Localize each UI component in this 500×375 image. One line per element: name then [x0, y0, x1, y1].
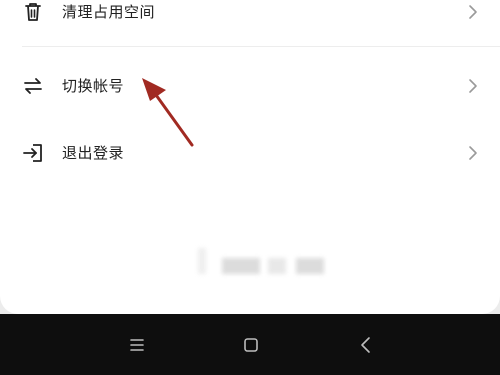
chevron-right-icon: [469, 146, 477, 160]
back-icon[interactable]: [355, 334, 377, 356]
divider: [22, 46, 500, 47]
menu-item-logout[interactable]: 退出登录: [0, 125, 500, 181]
settings-card: 清理占用空间 切换帐号 退出登录: [0, 0, 500, 314]
menu-item-label: 切换帐号: [62, 77, 125, 95]
menu-item-label: 退出登录: [62, 144, 125, 162]
menu-item-clear-storage[interactable]: 清理占用空间: [0, 0, 500, 42]
menu-item-switch-account[interactable]: 切换帐号: [0, 58, 500, 114]
menu-icon[interactable]: [126, 334, 148, 356]
menu-item-label: 清理占用空间: [62, 3, 156, 21]
chevron-right-icon: [469, 79, 477, 93]
phone-screen: 清理占用空间 切换帐号 退出登录: [0, 0, 500, 375]
chevron-right-icon: [469, 5, 477, 19]
home-icon[interactable]: [240, 334, 262, 356]
trash-icon: [25, 3, 41, 21]
swap-icon: [24, 78, 42, 94]
logout-icon: [23, 144, 42, 162]
system-navigation-bar: [0, 314, 500, 375]
